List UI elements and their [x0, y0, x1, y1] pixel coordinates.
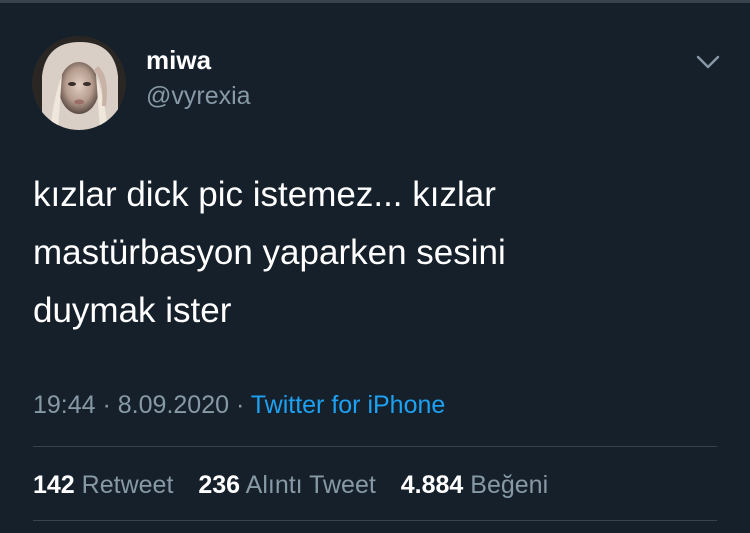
avatar-image	[32, 36, 126, 130]
retweet-label: Retweet	[81, 471, 174, 499]
like-count: 4.884	[400, 471, 464, 499]
source-link[interactable]: Twitter for iPhone	[251, 391, 446, 419]
quote-tweet-count: 236	[198, 471, 241, 499]
meta-separator: ·	[229, 391, 251, 419]
tweet-text-line: mastürbasyon yaparken sesini	[33, 233, 506, 272]
retweet-count: 142	[33, 471, 75, 499]
top-border	[0, 0, 750, 3]
user-handle[interactable]: @vyrexia	[146, 80, 251, 112]
like-stat[interactable]: 4.884 Beğeni	[401, 471, 548, 499]
divider	[33, 520, 717, 521]
avatar[interactable]	[32, 36, 126, 130]
quote-tweet-stat[interactable]: 236 Alıntı Tweet	[198, 471, 375, 499]
tweet-text-line: kızlar dick pic istemez... kızlar	[33, 175, 496, 214]
quote-tweet-label: Alıntı Tweet	[245, 471, 376, 499]
like-label: Beğeni	[470, 471, 549, 499]
tweet-time[interactable]: 19:44	[33, 391, 96, 419]
tweet-meta: 19:44 · 8.09.2020 · Twitter for iPhone	[33, 388, 445, 422]
tweet-text-line: duymak ister	[33, 291, 232, 330]
chevron-down-icon[interactable]	[695, 49, 721, 75]
divider	[33, 446, 717, 447]
tweet-date[interactable]: 8.09.2020	[118, 391, 229, 419]
tweet-stats: 142 Retweet 236 Alıntı Tweet 4.884 Beğen…	[33, 468, 566, 502]
tweet-text: kızlar dick pic istemez... kızlar mastür…	[33, 166, 693, 340]
meta-separator: ·	[95, 391, 118, 419]
display-name[interactable]: miwa	[146, 44, 211, 76]
retweet-stat[interactable]: 142 Retweet	[33, 471, 173, 499]
